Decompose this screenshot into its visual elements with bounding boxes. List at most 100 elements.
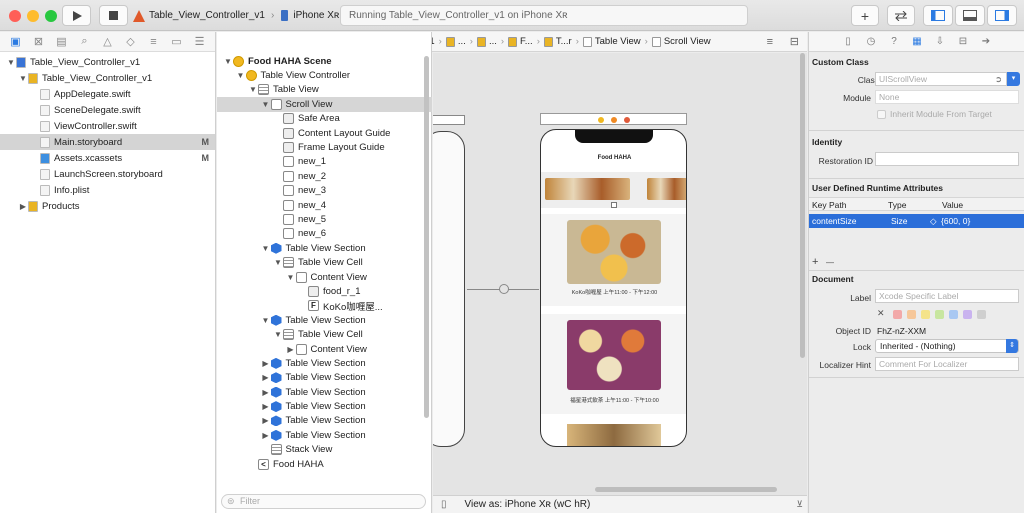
file-tree-item[interactable]: ▼ Table_View_Controller_v1 [0, 54, 215, 70]
source-control-icon[interactable]: ⊠ [27, 34, 50, 50]
module-field[interactable]: None [875, 90, 1019, 104]
scheme-selector[interactable]: Table_View_Controller_v1 › iPhone Xʀ [133, 6, 339, 25]
disclosure-right-icon[interactable]: ▶ [261, 373, 271, 382]
symbol-icon[interactable]: ▤ [50, 34, 73, 50]
disclosure-down-icon[interactable]: ▼ [6, 58, 16, 67]
file-tree-item[interactable]: ▼ Table_View_Controller_v1 [0, 70, 215, 86]
clear-label-icon[interactable]: ✕ [877, 308, 885, 319]
key-path-cell[interactable]: contentSize [812, 216, 856, 226]
disclosure-down-icon[interactable]: ▼ [286, 273, 296, 282]
disclosure-right-icon[interactable]: ▶ [18, 202, 28, 211]
embed-icon[interactable]: ⊻ [796, 499, 803, 510]
segue-icon[interactable] [499, 284, 509, 294]
file-tree-item[interactable]: SceneDelegate.swift [0, 102, 215, 118]
view-controller-icon[interactable] [598, 117, 604, 123]
breadcrumb-item[interactable]: Scroll View [664, 36, 711, 47]
outline-item[interactable]: ▼ Table View Cell [217, 255, 432, 269]
outline-item[interactable]: ▼ Content View [217, 270, 432, 284]
debug-icon[interactable]: ≡ [142, 34, 165, 50]
runtime-attribute-row[interactable]: contentSize Size ◇ {600, 0} [809, 214, 1024, 228]
outline-item[interactable]: ▶ Table View Section [217, 385, 432, 399]
connections-inspector-icon[interactable]: ➔ [977, 35, 995, 49]
outline-item[interactable]: Stack View [217, 443, 432, 457]
storyboard-canvas[interactable]: ler Food HAHA KoKo咖喱屋 上午11:00 - 下午12:00 … [433, 53, 807, 495]
disclosure-down-icon[interactable]: ▼ [223, 57, 233, 66]
file-tree-item[interactable]: Info.plist [0, 182, 215, 198]
lock-popup[interactable]: Inherited - (Nothing) ⇕ [875, 339, 1019, 353]
close-window-button[interactable] [9, 10, 21, 22]
run-button[interactable] [62, 5, 91, 26]
remove-attribute-button[interactable]: — [826, 258, 834, 267]
table-cell[interactable]: 福星港式飲茶 上午11:00 - 下午10:00 [541, 314, 686, 414]
outline-item[interactable]: food_r_1 [217, 284, 432, 298]
breadcrumb-item[interactable]: Table View [595, 36, 641, 47]
restoration-id-field[interactable] [875, 152, 1019, 166]
exit-icon[interactable] [624, 117, 630, 123]
file-tree-item[interactable]: ▶ Products [0, 198, 215, 214]
view-as-button[interactable]: View as: iPhone Xʀ (wC hR) [465, 499, 591, 510]
disclosure-right-icon[interactable]: ▶ [261, 431, 271, 440]
add-attribute-button[interactable]: + [812, 256, 818, 268]
size-inspector-icon[interactable]: ⊟ [954, 35, 972, 49]
disclosure-down-icon[interactable]: ▼ [236, 71, 246, 80]
outline-item[interactable]: Content Layout Guide [217, 126, 432, 140]
label-color-swatch[interactable] [949, 310, 958, 319]
folder-icon[interactable]: ▣ [4, 34, 27, 50]
disclosure-down-icon[interactable]: ▼ [273, 330, 283, 339]
outline-item[interactable]: ▼ Table View [217, 83, 432, 97]
destination-name[interactable]: iPhone Xʀ [293, 10, 339, 21]
canvas-vertical-scrollbar[interactable] [800, 53, 805, 358]
outline-item[interactable]: ▼ Table View Controller [217, 68, 432, 82]
breadcrumb-item[interactable]: ... [489, 36, 497, 47]
scroll-view[interactable] [541, 172, 686, 208]
disclosure-right-icon[interactable]: ▶ [261, 416, 271, 425]
disclosure-right-icon[interactable]: ▶ [286, 345, 296, 354]
outline-item[interactable]: ▼ Food HAHA Scene [217, 54, 432, 68]
outline-item[interactable]: ▶ Table View Section [217, 428, 432, 442]
label-color-swatch[interactable] [977, 310, 986, 319]
outline-scrollbar[interactable] [424, 56, 429, 418]
attributes-inspector-icon[interactable]: ⇩ [931, 35, 949, 49]
key-path-header[interactable]: Key Path [812, 200, 847, 210]
file-tree-item[interactable]: Main.storyboard M [0, 134, 215, 150]
disclosure-down-icon[interactable]: ▼ [248, 85, 258, 94]
label-color-swatch[interactable] [921, 310, 930, 319]
outline-item[interactable]: ▶ Table View Section [217, 399, 432, 413]
disclosure-down-icon[interactable]: ▼ [261, 100, 271, 109]
label-color-swatch[interactable] [935, 310, 944, 319]
value-header[interactable]: Value [942, 200, 963, 210]
stepper-icon[interactable]: ◇ [930, 216, 937, 227]
identity-inspector-icon[interactable]: ▦ [908, 35, 926, 49]
outline-item[interactable]: new_2 [217, 169, 432, 183]
outline-filter-field[interactable]: ⊜ Filter [221, 494, 426, 509]
issue-icon[interactable]: △ [96, 34, 119, 50]
disclosure-down-icon[interactable]: ▼ [18, 74, 28, 83]
file-tree-item[interactable]: ViewController.swift [0, 118, 215, 134]
breadcrumb-item[interactable]: F... [520, 36, 533, 47]
disclosure-right-icon[interactable]: ▶ [261, 388, 271, 397]
outline-item[interactable]: new_5 [217, 212, 432, 226]
inherit-module-checkbox[interactable] [877, 110, 886, 119]
localizer-hint-field[interactable]: Comment For Localizer [875, 357, 1019, 371]
file-inspector-icon[interactable]: ▯ [839, 35, 857, 49]
disclosure-down-icon[interactable]: ▼ [273, 258, 283, 267]
disclosure-right-icon[interactable]: ▶ [261, 402, 271, 411]
resize-handle[interactable] [611, 202, 617, 208]
canvas-horizontal-scrollbar[interactable] [595, 487, 777, 492]
breadcrumb-item[interactable]: ... [458, 36, 466, 47]
file-tree-item[interactable]: LaunchScreen.storyboard [0, 166, 215, 182]
hide-outline-icon[interactable]: ▯ [441, 499, 447, 510]
outline-item[interactable]: ▼ Table View Section [217, 241, 432, 255]
toggle-navigator-button[interactable] [923, 5, 953, 26]
outline-item[interactable]: ▶ Content View [217, 342, 432, 356]
file-tree-item[interactable]: Assets.xcassets M [0, 150, 215, 166]
disclosure-down-icon[interactable]: ▼ [261, 244, 271, 253]
breadcrumb-item[interactable]: T...r [556, 36, 572, 47]
iphone-scene[interactable]: Food HAHA KoKo咖喱屋 上午11:00 - 下午12:00 福星港式… [540, 129, 687, 447]
code-review-button[interactable] [887, 5, 915, 26]
zoom-window-button[interactable] [45, 10, 57, 22]
file-tree-item[interactable]: AppDelegate.swift [0, 86, 215, 102]
related-items-icon[interactable]: ≡ [767, 36, 773, 48]
outline-item[interactable]: Safe Area [217, 112, 432, 126]
outline-item[interactable]: ▼ Table View Cell [217, 327, 432, 341]
